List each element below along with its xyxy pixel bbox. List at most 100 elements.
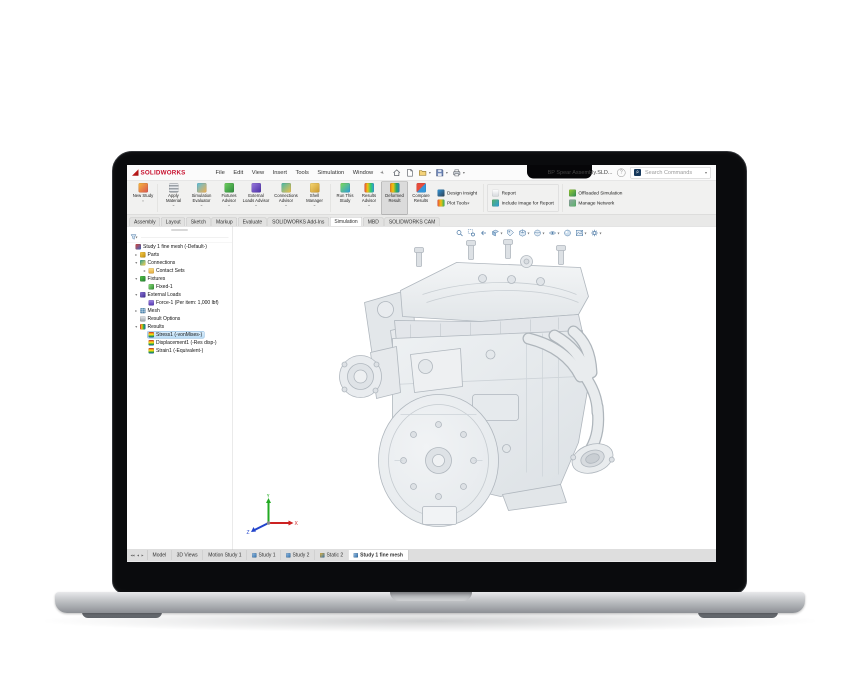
new-document-icon[interactable] [405,168,414,177]
print-icon[interactable] [452,168,461,177]
tab-assembly[interactable]: Assembly [130,218,161,227]
solidworks-logo-text: SOLIDWORKS [141,169,186,176]
help-icon[interactable]: ? [617,168,626,177]
menu-tools[interactable]: Tools [295,170,308,176]
open-icon[interactable] [418,168,427,177]
manage-network-button[interactable]: Manage Network [569,200,623,207]
save-icon[interactable] [435,168,444,177]
menu-items: File Edit View Insert Tools Simulation W… [216,170,374,176]
menu-file[interactable]: File [216,170,225,176]
results-folder-icon [140,324,146,330]
new-study-button[interactable]: New Study [131,182,155,215]
tree-item-contact-sets[interactable]: ▸ Contact Sets [127,267,232,275]
tree-item-results[interactable]: ▾ Results [127,323,232,331]
tree-item-stress1[interactable]: ▸ Stress1 (-vonMises-) [127,331,232,339]
tab-layout[interactable]: Layout [161,218,185,227]
tab-sketch[interactable]: Sketch [186,218,210,227]
tab-simulation[interactable]: Simulation [330,217,362,226]
filter-dropdown-icon[interactable]: ▾ [136,235,138,240]
tab-solidworks-cam[interactable]: SOLIDWORKS CAM [384,218,439,227]
connections-tree-icon [140,260,146,266]
menu-insert[interactable]: Insert [273,170,287,176]
bottom-tab-motion-study-1[interactable]: Motion Study 1 [203,550,247,560]
open-dropdown-icon[interactable]: ▾ [429,170,431,175]
tree-item-fixtures[interactable]: ▾ Fixtures [127,275,232,283]
plot-tools-dropdown-icon[interactable]: ▾ [468,201,470,206]
fixed-restraint-icon [149,284,155,290]
compare-results-button[interactable]: Compare Results [408,182,434,215]
menu-edit[interactable]: Edit [233,170,243,176]
tree-item-force-1[interactable]: ▸ Force-1 (Per item: 1,000 lbf) [127,299,232,307]
deformed-result-button[interactable]: Deformed Result [381,182,408,215]
laptop-base-notch [390,592,472,601]
feature-manager-tree: ▾ ▸ Study 1 fine mesh (-Default-) ▸ Part… [127,227,233,550]
home-icon[interactable] [392,168,401,177]
offloaded-simulation-icon [569,190,576,197]
tab-scroll-left-icon[interactable]: ◂ [137,553,140,558]
fixtures-advisor-icon [224,183,234,193]
menu-view[interactable]: View [252,170,264,176]
simulation-evaluator-icon [197,183,207,193]
bottom-tab-3d-views[interactable]: 3D Views [172,550,204,560]
tree-filter[interactable]: ▾ [127,233,232,243]
tab-evaluate[interactable]: Evaluate [238,218,266,227]
tab-scroll-right-icon[interactable]: ▸ [141,553,144,558]
fixtures-advisor-button[interactable]: Fixtures Advisor [217,182,242,215]
triad-y-label: Y [267,494,271,500]
plot-tools-button[interactable]: Plot Tools ▾ [438,200,478,207]
solidworks-logo-icon [132,169,139,176]
menu-bar: SOLIDWORKS File Edit View Insert Tools S… [127,165,716,181]
triad-z-label: Z [247,530,250,536]
tab-solidworks-add-ins[interactable]: SOLIDWORKS Add-Ins [268,218,329,227]
apply-material-button[interactable]: Apply Material [161,182,187,215]
pin-menu-icon[interactable]: ➤ [379,169,386,176]
force-icon [149,300,155,306]
engine-assembly-3d-model[interactable] [331,235,631,546]
design-insight-icon [438,190,445,197]
bottom-tab-study-2[interactable]: Study 2 [281,550,315,560]
menu-window[interactable]: Window [353,170,373,176]
tree-item-external-loads[interactable]: ▾ External Loads [127,291,232,299]
orientation-triad[interactable]: Y X Z [247,494,299,539]
save-dropdown-icon[interactable]: ▾ [446,170,448,175]
tree-item-fixed-1[interactable]: ▸ Fixed-1 [127,283,232,291]
search-box[interactable]: ⌕ ▾ [630,167,711,179]
bottom-tab-model[interactable]: Model [148,550,172,560]
tab-mbd[interactable]: MBD [363,218,383,227]
tree-item-displacement1[interactable]: ▸ Displacement1 (-Res disp-) [127,339,232,347]
design-insight-button[interactable]: Design Insight [438,190,478,197]
apply-material-icon [169,183,179,193]
bottom-tab-study-1[interactable]: Study 1 [247,550,281,560]
tab-markup[interactable]: Markup [211,218,237,227]
results-advisor-button[interactable]: Results Advisor [357,182,381,215]
graphics-viewport[interactable]: ▾ ▾ ▾ ▾ ▾ ▾ [233,227,717,550]
document-title: BP Spear Assembly.SLD... [548,170,613,176]
tree-item-study-root[interactable]: ▸ Study 1 fine mesh (-Default-) [127,243,232,251]
results-advisor-icon [364,183,374,193]
external-loads-advisor-button[interactable]: External Loads Advisor [242,182,271,215]
tree-item-result-options[interactable]: ▸ Result Options [127,315,232,323]
connections-advisor-button[interactable]: Connections Advisor [271,182,302,215]
strain-plot-icon [149,348,155,354]
include-image-icon [492,200,499,207]
search-dropdown-icon[interactable]: ▾ [705,170,707,175]
offloaded-simulation-button[interactable]: Offloaded Simulation [569,190,623,197]
include-image-for-report-button[interactable]: Include Image for Report [492,200,554,207]
menu-simulation[interactable]: Simulation [317,170,344,176]
print-dropdown-icon[interactable]: ▾ [463,170,465,175]
tree-item-mesh[interactable]: ▸ Mesh [127,307,232,315]
report-button[interactable]: Report [492,190,554,197]
bottom-tab-static-2[interactable]: Static 2 [315,550,349,560]
bottom-tab-study-1-fine-mesh[interactable]: Study 1 fine mesh [349,550,409,560]
tree-item-strain1[interactable]: ▸ Strain1 (-Equivalent-) [127,347,232,355]
run-this-study-button[interactable]: Run This Study [333,182,357,215]
shell-manager-button[interactable]: Shell Manager [302,182,328,215]
simulation-evaluator-button[interactable]: Simulation Evaluator [187,182,217,215]
search-icon: ⌕ [634,169,641,176]
search-input[interactable] [644,169,702,176]
tab-scroll-first-icon[interactable]: ◂◂ [130,553,135,558]
study-tab-bar: ◂◂ ◂ ▸ Model 3D Views Motion Study 1 Stu… [127,550,716,561]
tree-item-parts[interactable]: ▸ Parts [127,251,232,259]
study-tab-icon [252,553,257,558]
tree-item-connections[interactable]: ▾ Connections [127,259,232,267]
